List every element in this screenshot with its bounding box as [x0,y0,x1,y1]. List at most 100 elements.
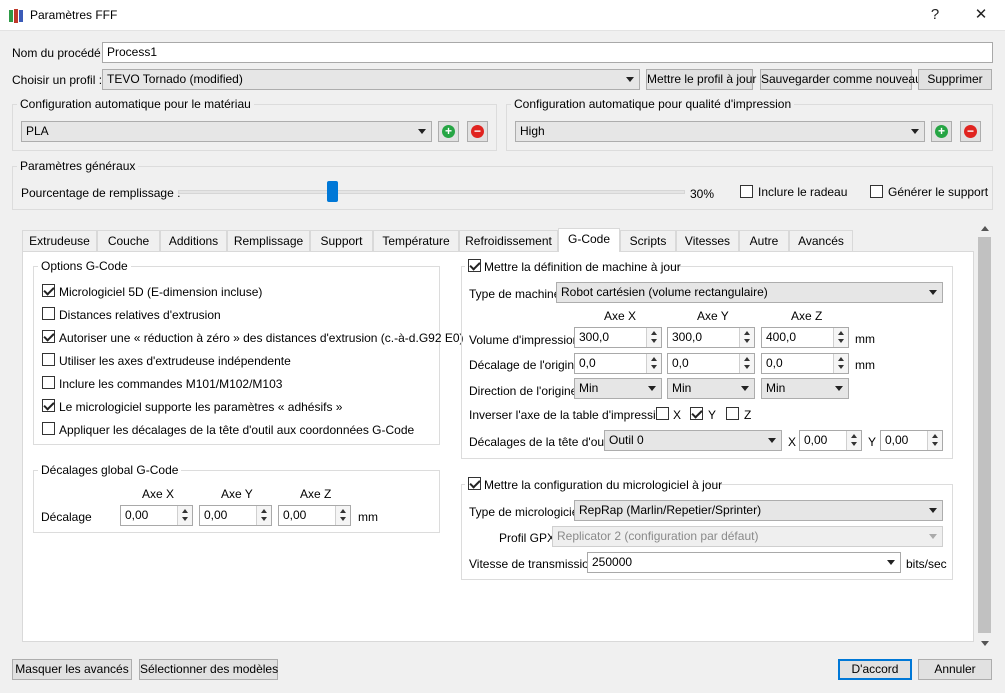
minus-icon: − [964,125,977,138]
machine-type-select[interactable]: Robot cartésien (volume rectangulaire) [556,282,943,303]
spinner-arrows-icon[interactable] [846,431,861,450]
add-quality-button[interactable]: + [931,121,952,142]
tab-scripts[interactable]: Scripts [620,230,676,251]
origin-offset-z-value: 0,0 [766,356,783,370]
general-settings-title: Paramètres généraux [17,159,139,173]
offset-y-spinbox[interactable]: 0,00 [199,505,272,526]
offset-axis-x-header: Axe X [142,487,175,501]
tab-avances[interactable]: Avancés [789,230,853,251]
gpx-profile-select: Replicator 2 (configuration par défaut) [552,526,943,547]
chevron-down-icon [887,560,895,565]
opt-reset-checkbox[interactable] [42,330,55,343]
raft-checkbox[interactable] [740,185,753,198]
save-as-new-button[interactable]: Sauvegarder comme nouveau [760,69,922,90]
profile-select[interactable]: TEVO Tornado (modified) [102,69,640,90]
invert-y-checkbox[interactable] [690,407,703,420]
origin-offset-y-value: 0,0 [672,356,689,370]
spinner-arrows-icon[interactable] [833,354,848,373]
scroll-up-icon[interactable] [981,226,989,231]
spinner-arrows-icon[interactable] [256,506,271,525]
invert-z-checkbox[interactable] [726,407,739,420]
spinner-arrows-icon[interactable] [177,506,192,525]
add-material-button[interactable]: + [438,121,459,142]
infill-slider-track[interactable] [178,190,685,194]
origin-dir-y-value: Min [672,381,692,395]
spinner-arrows-icon[interactable] [739,354,754,373]
chevron-down-icon [835,386,843,391]
opt-tool-offsets-checkbox[interactable] [42,422,55,435]
machine-update-checkbox[interactable] [468,259,481,272]
quality-select[interactable]: High [515,121,925,142]
opt-sticky-checkbox[interactable] [42,399,55,412]
spinner-arrows-icon[interactable] [927,431,942,450]
spinner-arrows-icon[interactable] [739,328,754,347]
origin-offset-z-spinbox[interactable]: 0,0 [761,353,849,374]
opt-5d-checkbox[interactable] [42,284,55,297]
tool-offsets-label: Décalages de la tête d'outil [469,435,613,449]
hide-advanced-button[interactable]: Masquer les avancés [12,659,132,680]
tool-x-spinbox[interactable]: 0,00 [799,430,862,451]
firmware-update-checkbox[interactable] [468,477,481,490]
spinner-arrows-icon[interactable] [833,328,848,347]
scroll-down-icon[interactable] [981,641,989,646]
volume-z-spinbox[interactable]: 400,0 [761,327,849,348]
offset-x-spinbox[interactable]: 0,00 [120,505,193,526]
tool-select[interactable]: Outil 0 [604,430,782,451]
origin-dir-x-select[interactable]: Min [574,378,662,399]
cancel-button[interactable]: Annuler [918,659,992,680]
tab-temperature[interactable]: Température [373,230,459,251]
tool-y-spinbox[interactable]: 0,00 [880,430,943,451]
tab-refroidissement[interactable]: Refroidissement [459,230,558,251]
quality-select-value: High [520,124,545,138]
opt-relative-label: Distances relatives d'extrusion [59,308,221,322]
tab-extrudeuse[interactable]: Extrudeuse [22,230,97,251]
tab-gcode[interactable]: G-Code [558,228,620,252]
opt-m101-checkbox[interactable] [42,376,55,389]
close-icon[interactable]: ✕ [966,4,996,26]
process-name-input[interactable]: Process1 [102,42,993,63]
offset-z-spinbox[interactable]: 0,00 [278,505,351,526]
baud-rate-select[interactable]: 250000 [587,552,901,573]
volume-y-spinbox[interactable]: 300,0 [667,327,755,348]
origin-dir-x-value: Min [579,381,599,395]
spinner-arrows-icon[interactable] [646,328,661,347]
tab-vitesses[interactable]: Vitesses [676,230,739,251]
update-profile-button[interactable]: Mettre le profil à jour [646,69,756,90]
material-select[interactable]: PLA [21,121,432,142]
volume-x-value: 300,0 [579,330,610,344]
spinner-arrows-icon[interactable] [335,506,350,525]
ok-button[interactable]: D'accord [838,659,912,680]
opt-independent-checkbox[interactable] [42,353,55,366]
tool-y-value: 0,00 [885,433,909,447]
volume-x-spinbox[interactable]: 300,0 [574,327,662,348]
help-icon[interactable]: ? [920,4,950,26]
tab-autre[interactable]: Autre [739,230,789,251]
invert-x-checkbox[interactable] [656,407,669,420]
tab-remplissage[interactable]: Remplissage [227,230,310,251]
chevron-down-icon [911,129,919,134]
support-checkbox[interactable] [870,185,883,198]
remove-quality-button[interactable]: − [960,121,981,142]
origin-dir-y-select[interactable]: Min [667,378,755,399]
tab-additions[interactable]: Additions [160,230,227,251]
infill-slider-handle[interactable] [327,181,338,202]
spinner-arrows-icon[interactable] [646,354,661,373]
scrollbar-thumb[interactable] [978,237,991,633]
support-label: Générer le support [888,185,989,199]
select-models-button[interactable]: Sélectionner des modèles [139,659,278,680]
delete-profile-button[interactable]: Supprimer [918,69,992,90]
tab-support[interactable]: Support [310,230,373,251]
firmware-type-select[interactable]: RepRap (Marlin/Repetier/Sprinter) [574,500,943,521]
origin-dir-z-select[interactable]: Min [761,378,849,399]
remove-material-button[interactable]: − [467,121,488,142]
gpx-profile-value: Replicator 2 (configuration par défaut) [557,529,759,543]
offset-unit: mm [358,510,378,524]
origin-offset-y-spinbox[interactable]: 0,0 [667,353,755,374]
origin-offset-x-spinbox[interactable]: 0,0 [574,353,662,374]
origin-offset-label: Décalage de l'origine [469,358,581,372]
tab-couche[interactable]: Couche [97,230,160,251]
opt-relative-checkbox[interactable] [42,307,55,320]
chevron-down-icon [418,129,426,134]
material-select-value: PLA [26,124,49,138]
origin-direction-label: Direction de l'origine [469,384,578,398]
